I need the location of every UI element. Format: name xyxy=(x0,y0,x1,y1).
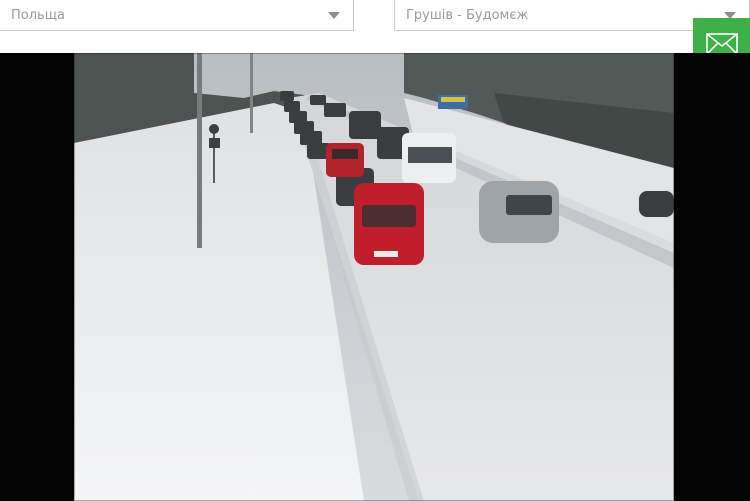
crossing-select-value: Грушів - Будомєж xyxy=(406,8,529,23)
envelope-icon xyxy=(705,33,738,55)
video-frame xyxy=(0,53,750,501)
camera-view[interactable] xyxy=(74,53,674,501)
country-select[interactable]: Польща xyxy=(0,0,354,31)
webcam-image xyxy=(74,53,674,501)
chevron-down-icon xyxy=(328,12,340,19)
country-select-value: Польща xyxy=(11,8,65,23)
